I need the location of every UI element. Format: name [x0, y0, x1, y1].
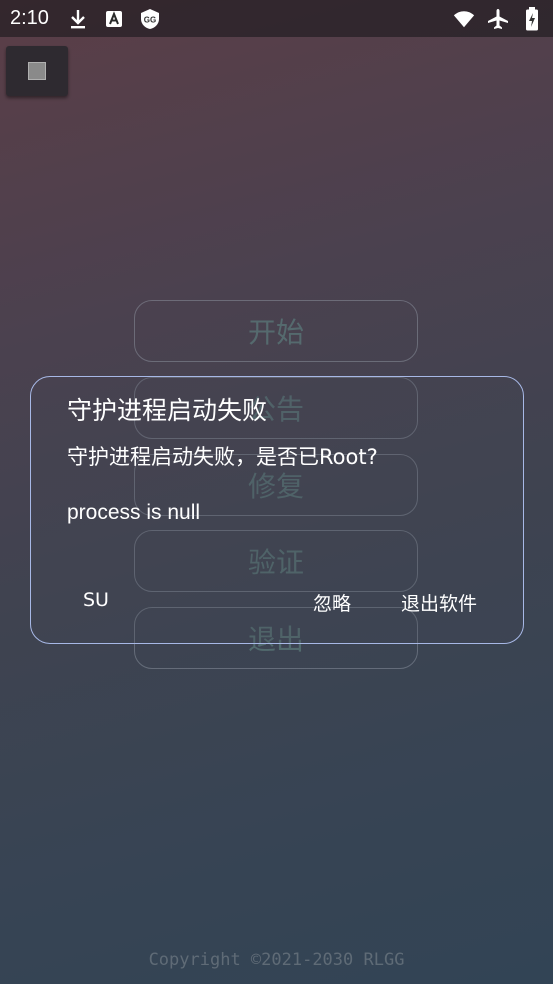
dialog-message: 守护进程启动失败，是否已Root?	[67, 445, 378, 469]
su-button[interactable]: SU	[83, 589, 109, 611]
status-notification-icons: GG	[67, 8, 161, 30]
stop-square-icon	[28, 62, 46, 80]
copyright-text: Copyright ©2021-2030 RLGG	[148, 950, 405, 970]
svg-text:GG: GG	[144, 15, 156, 24]
error-dialog: 守护进程启动失败 守护进程启动失败，是否已Root? process is nu…	[30, 376, 524, 644]
ignore-button[interactable]: 忽略	[313, 589, 351, 616]
status-bar: 2:10 GG	[0, 0, 553, 37]
status-time: 2:10	[10, 7, 49, 29]
dialog-detail: process is null	[67, 501, 201, 524]
status-system-icons	[453, 6, 543, 30]
exit-app-button[interactable]: 退出软件	[401, 589, 477, 616]
wifi-icon	[453, 8, 475, 30]
gg-shield-icon: GG	[139, 8, 161, 30]
stop-button[interactable]	[6, 46, 68, 96]
dialog-title: 守护进程启动失败	[67, 396, 268, 425]
airplane-mode-icon	[487, 8, 509, 30]
font-a-icon	[103, 8, 125, 30]
download-icon	[67, 8, 89, 30]
battery-charging-icon	[521, 6, 543, 30]
start-button[interactable]: 开始	[134, 300, 418, 362]
